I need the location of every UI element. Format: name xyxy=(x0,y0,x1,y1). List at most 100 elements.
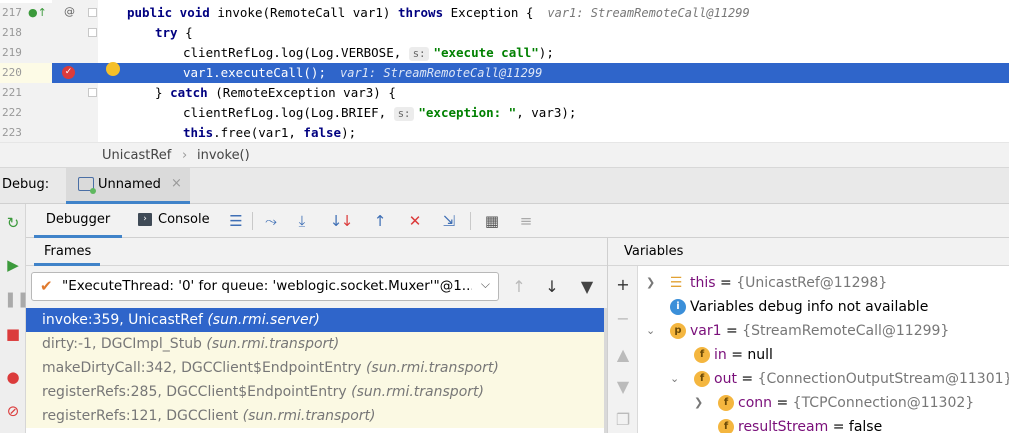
filter-icon[interactable]: ▼ xyxy=(578,278,596,296)
code-text: this.free(var1, false); xyxy=(183,125,357,140)
frame-item[interactable]: dirty:-1, DGCImpl_Stub (sun.rmi.transpor… xyxy=(26,332,604,356)
frame-item[interactable]: makeDirtyCall:342, DGCClient$EndpointEnt… xyxy=(26,356,604,380)
variable-value: null xyxy=(747,347,773,363)
param-hint: s: xyxy=(408,47,430,61)
variables-title: Variables xyxy=(624,244,684,259)
view-breakpoints-icon[interactable]: ● xyxy=(4,368,22,386)
chevron-down-icon[interactable]: ⌄ xyxy=(670,367,684,391)
step-out-icon[interactable]: ↑ xyxy=(370,211,390,231)
inline-value-hint: var1: StreamRemoteCall@11299 xyxy=(340,66,543,80)
code-line[interactable]: 222 clientRefLog.log(Log.BRIEF, s: "excep… xyxy=(0,103,1009,123)
debug-label: Debug: xyxy=(2,177,50,192)
annotation-icon: @ xyxy=(64,5,75,18)
frame-item[interactable]: registerRefs:121, DGCClient (sun.rmi.tra… xyxy=(26,404,604,428)
fold-marker-icon[interactable] xyxy=(88,88,97,97)
code-line[interactable]: 219 clientRefLog.log(Log.VERBOSE, s: "exe… xyxy=(0,43,1009,63)
thread-name: "ExecuteThread: '0' for queue: 'weblogic… xyxy=(62,278,472,294)
variable-name: out xyxy=(714,371,737,387)
chevron-down-icon: ⌵ xyxy=(480,277,490,291)
debug-info-message: Variables debug info not available xyxy=(690,299,929,315)
variable-name: var1 xyxy=(690,323,722,339)
field-icon: f xyxy=(694,347,710,363)
previous-frame-icon[interactable]: ↑ xyxy=(510,278,528,296)
line-number: 219 xyxy=(0,43,52,63)
thread-dropdown[interactable]: ✔ "ExecuteThread: '0' for queue: 'weblog… xyxy=(31,272,499,301)
debug-session-tab[interactable]: Unnamed × xyxy=(66,168,190,204)
line-number: 223 xyxy=(0,123,52,142)
menu-icon[interactable]: ☰ xyxy=(226,211,246,231)
next-frame-icon[interactable]: ↓ xyxy=(543,278,561,296)
variable-row[interactable]: ⌄ p var1 = {StreamRemoteCall@11299} xyxy=(646,319,1006,343)
toolbar-separator xyxy=(470,212,471,230)
thread-selector-row: ✔ "ExecuteThread: '0' for queue: 'weblog… xyxy=(26,266,607,308)
stop-icon[interactable]: ■ xyxy=(4,325,22,343)
console-icon: › xyxy=(138,213,152,226)
line-number: 220 xyxy=(0,63,52,83)
variable-value: {StreamRemoteCall@11299} xyxy=(742,323,950,339)
variable-row[interactable]: ⌄ f out = {ConnectionOutputStream@11301} xyxy=(670,367,1009,391)
remove-watch-icon[interactable]: − xyxy=(614,310,632,328)
code-line[interactable]: 217 ●↑ @ public void invoke(RemoteCall v… xyxy=(0,3,1009,23)
breakpoint-icon[interactable]: ✓ xyxy=(62,66,75,79)
force-step-into-icon[interactable]: ↓ xyxy=(337,211,357,231)
close-icon[interactable]: × xyxy=(171,176,182,191)
line-number: 221 xyxy=(0,83,52,103)
field-icon: f xyxy=(694,371,710,387)
implements-icon[interactable]: ●↑ xyxy=(28,7,47,19)
evaluate-expression-icon[interactable]: ▦ xyxy=(482,211,502,231)
code-text: var1.executeCall(); var1: StreamRemoteCal… xyxy=(183,65,543,80)
chevron-right-icon[interactable]: ❯ xyxy=(646,271,660,295)
line-number: 222 xyxy=(0,103,52,123)
breadcrumb-class[interactable]: UnicastRef xyxy=(102,148,171,163)
step-over-icon[interactable]: ⤓ xyxy=(292,211,312,231)
rerun-icon[interactable]: ↻ xyxy=(4,214,22,232)
variable-row[interactable]: ❯ ☰ this = {UnicastRef@11298} xyxy=(646,271,1006,295)
frames-title: Frames xyxy=(44,244,92,259)
code-line[interactable]: 218 try { xyxy=(0,23,1009,43)
variable-name: in xyxy=(714,347,727,363)
move-up-icon[interactable]: ▲ xyxy=(614,346,632,364)
debug-toolwindow-header: Debug: Unnamed × xyxy=(0,168,1009,204)
field-icon: f xyxy=(718,419,734,433)
variable-value: {TCPConnection@11302} xyxy=(792,395,975,411)
code-text: try { xyxy=(155,25,193,40)
variable-name: conn xyxy=(738,395,773,411)
breadcrumb: UnicastRef › invoke() xyxy=(0,142,1009,168)
variable-row-info: i Variables debug info not available xyxy=(646,295,1006,319)
drop-frame-icon[interactable]: ✕ xyxy=(405,211,425,231)
move-down-icon[interactable]: ▼ xyxy=(614,378,632,396)
chevron-down-icon[interactable]: ⌄ xyxy=(646,319,660,343)
parameter-icon: p xyxy=(670,323,686,339)
code-line[interactable]: 221 } catch (RemoteException var3) { xyxy=(0,83,1009,103)
frames-header: Frames xyxy=(26,238,607,266)
chevron-right-icon[interactable]: ❯ xyxy=(694,391,708,415)
tab-console[interactable]: › Console xyxy=(134,204,214,238)
frame-item[interactable]: invoke:359, UnicastRef (sun.rmi.server) xyxy=(26,308,604,332)
variable-row[interactable]: ❯ f conn = {TCPConnection@11302} xyxy=(694,391,1006,415)
trace-icon[interactable]: ≡ xyxy=(516,211,536,231)
variable-row[interactable]: f in = null xyxy=(670,343,1006,367)
pause-icon[interactable]: ❚❚ xyxy=(4,290,29,308)
variable-row[interactable]: f resultStream = false xyxy=(694,415,1006,433)
line-number: 218 xyxy=(0,23,52,43)
breadcrumb-method[interactable]: invoke() xyxy=(197,148,250,163)
execution-line[interactable]: 220 ✓ var1.executeCall(); var1: StreamRem… xyxy=(0,62,1009,83)
frame-item[interactable]: registerRefs:285, DGCClient$EndpointEntr… xyxy=(26,380,604,404)
code-editor[interactable]: 217 ●↑ @ public void invoke(RemoteCall v… xyxy=(0,0,1009,142)
code-line[interactable]: 223 this.free(var1, false); xyxy=(0,123,1009,142)
copy-icon[interactable]: ❐ xyxy=(614,411,632,429)
variables-panel: Variables + − ▲ ▼ ❐ ❯ ☰ this = {UnicastR… xyxy=(607,238,1009,433)
tab-debugger[interactable]: Debugger xyxy=(34,204,122,238)
field-list-icon: ☰ xyxy=(669,275,683,291)
show-execution-point-icon[interactable]: ⤳ xyxy=(261,211,281,231)
lightbulb-icon[interactable] xyxy=(106,62,120,76)
new-watch-icon[interactable]: + xyxy=(614,276,632,294)
fold-marker-icon[interactable] xyxy=(88,8,97,17)
variable-value: {ConnectionOutputStream@11301} xyxy=(757,371,1009,387)
resume-icon[interactable]: ▶ xyxy=(4,256,22,274)
run-to-cursor-icon[interactable]: ⇲ xyxy=(439,211,459,231)
mute-breakpoints-icon[interactable]: ⊘ xyxy=(4,402,22,420)
fold-marker-icon[interactable] xyxy=(88,28,97,37)
debug-side-toolbar: ↻ ▶ ❚❚ ■ ● ⊘ xyxy=(0,204,29,433)
running-indicator-icon xyxy=(90,188,96,194)
